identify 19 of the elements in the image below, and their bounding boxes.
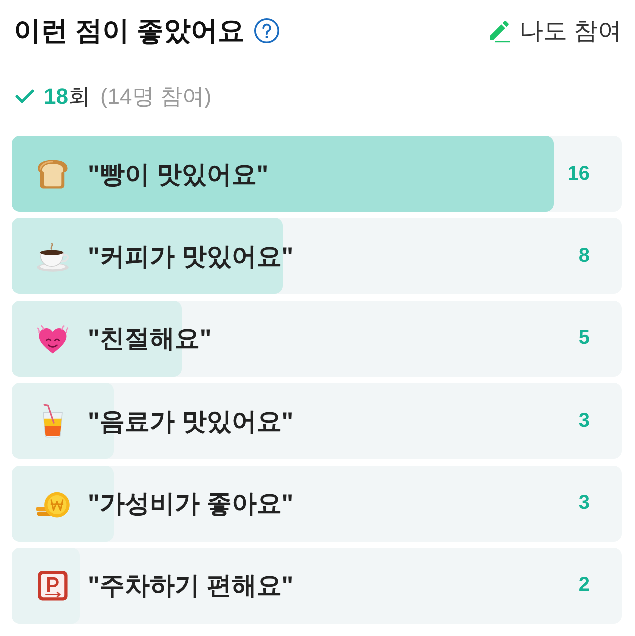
pencil-icon (487, 19, 512, 43)
option-count: 8 (578, 244, 590, 268)
option-count: 5 (578, 327, 590, 350)
option-label: "주차하기 편해요" (88, 571, 295, 602)
option-count: 3 (578, 492, 590, 516)
section-title: 이런 점이 좋았어요 (14, 14, 246, 48)
option-label: "가성비가 좋아요" (88, 489, 295, 520)
vote-count: 18 (44, 84, 68, 110)
option-count: 16 (568, 162, 590, 186)
option-count: 3 (578, 410, 590, 433)
help-icon[interactable] (254, 18, 280, 44)
vote-unit: 회 (68, 83, 90, 111)
option-label: "커피가 맛있어요" (88, 242, 295, 273)
option-label: "빵이 맛있어요" (88, 160, 270, 190)
option-label: "친절해요" (88, 324, 213, 356)
join-button[interactable]: 나도 참여 (485, 13, 624, 49)
option-label: "음료가 맛있어요" (88, 406, 295, 438)
participants-text: (14명 참여) (100, 83, 212, 111)
option-count: 2 (578, 574, 590, 598)
